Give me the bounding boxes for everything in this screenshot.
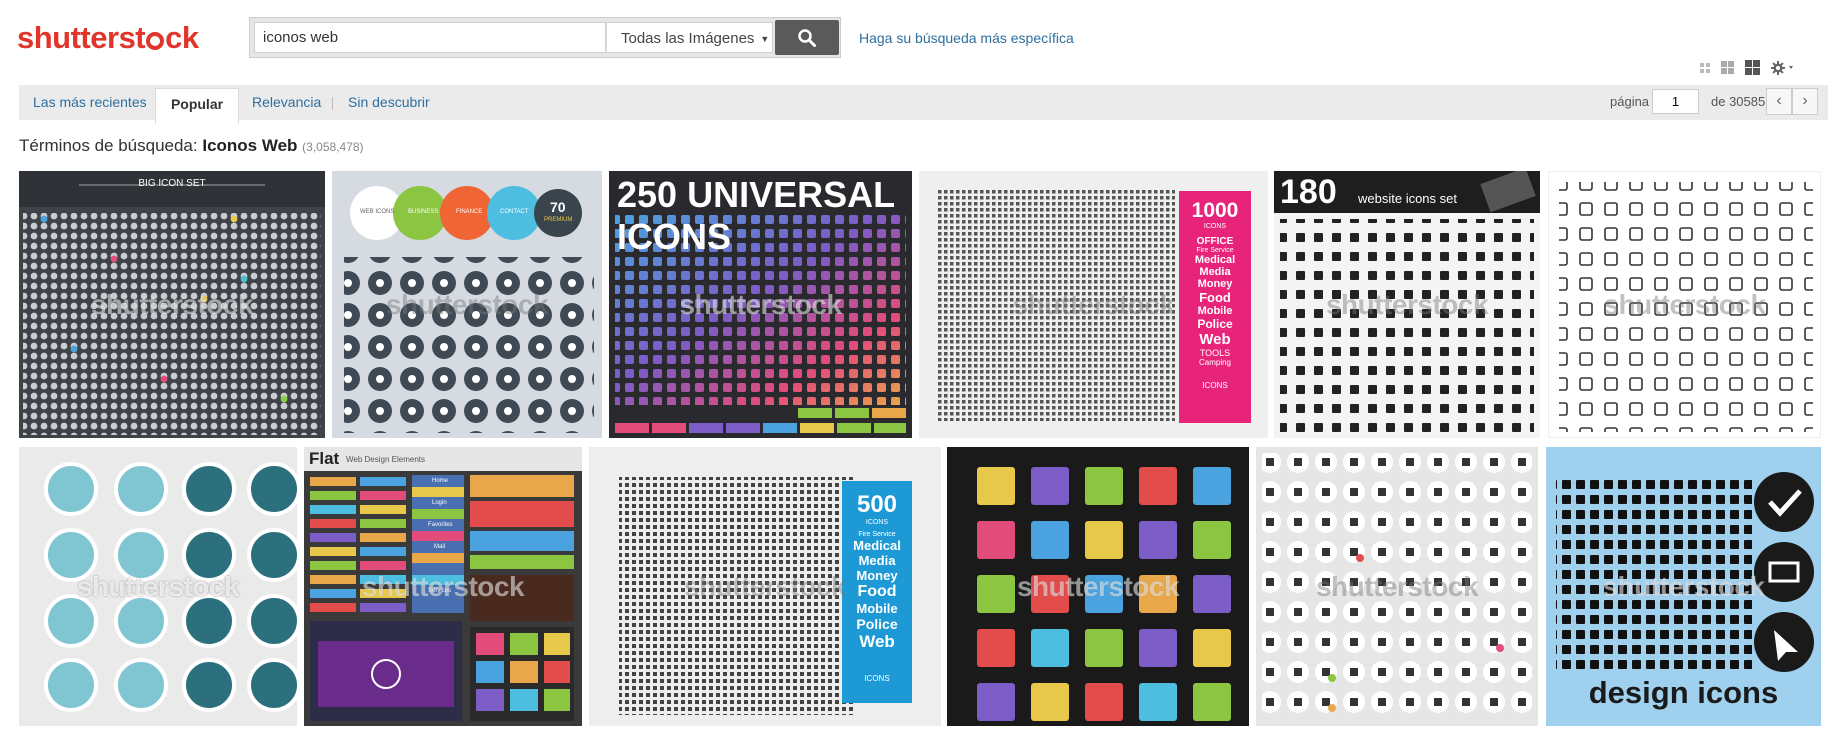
banner-foot: ICONS xyxy=(864,674,890,683)
banner-line: Camping xyxy=(1198,358,1231,367)
sort-tabs-bar: Las más recientes Popular Relevancia Sin… xyxy=(19,85,1828,124)
thumb-label: BUSINESS xyxy=(408,209,439,215)
menu-label: Favorites xyxy=(428,522,453,528)
logo-text: shutterst xyxy=(17,20,146,55)
banner-line: OFFICE xyxy=(1196,236,1234,247)
icon-set-image xyxy=(1262,453,1532,721)
badge-number: 70 xyxy=(550,199,566,215)
search-icon xyxy=(798,28,816,47)
result-thumbnail[interactable]: design icons shutterstock xyxy=(1546,447,1821,726)
icon-set-image xyxy=(44,462,297,712)
icon-set-image xyxy=(19,171,325,435)
badge-sub: PREMIUM xyxy=(544,217,573,223)
banner-foot: ICONS xyxy=(1202,381,1228,390)
banner-line: Money xyxy=(1197,278,1233,290)
search-terms-heading: Términos de búsqueda: Iconos Web (3,058,… xyxy=(19,136,364,156)
result-thumbnail[interactable]: 500 ICONS Fire Service Medical Media Mon… xyxy=(589,447,941,726)
icon-set-image xyxy=(304,447,582,721)
page-label: página xyxy=(1610,94,1650,109)
banner-line: Medical xyxy=(853,538,901,553)
banner-line: Media xyxy=(858,553,896,568)
thumb-subtitle: Web Design Elements xyxy=(346,455,425,464)
banner-line: Web xyxy=(1199,331,1231,348)
banner-line: Media xyxy=(1199,266,1231,278)
result-thumbnail[interactable]: Flat Web Design Elements Home Login Favo… xyxy=(304,447,582,726)
result-thumbnail[interactable]: 250 UNIVERSAL ICONS shutterstock xyxy=(609,171,912,438)
banner-line: Police xyxy=(1197,317,1233,331)
banner-line: Food xyxy=(1199,290,1231,305)
tab-undiscovered[interactable]: Sin descubrir xyxy=(348,85,430,120)
result-thumbnail[interactable]: WEB ICONS BUSINESS FINANCE CONTACT 70 PR… xyxy=(332,171,602,438)
prev-page-button[interactable]: ‹ xyxy=(1766,88,1792,115)
banner-line: Fire Service xyxy=(858,531,896,538)
logo-o-ring xyxy=(146,32,165,50)
logo-text-end: ck xyxy=(165,20,199,55)
result-thumbnail[interactable]: shutterstock xyxy=(947,447,1249,726)
banner-line: Money xyxy=(856,568,898,583)
banner-number: 500 xyxy=(856,491,898,518)
chevron-left-icon: ‹ xyxy=(1776,92,1782,109)
result-thumbnail[interactable]: shutterstock xyxy=(1548,171,1821,438)
image-type-label: Todas las Imágenes xyxy=(621,30,755,47)
next-page-button[interactable]: › xyxy=(1792,88,1818,115)
search-input[interactable] xyxy=(254,22,606,53)
banner-line: TOOLS xyxy=(1199,348,1231,358)
tab-relevance[interactable]: Relevancia xyxy=(252,85,321,120)
chevron-right-icon: › xyxy=(1802,92,1808,109)
banner-line: Mobile xyxy=(856,601,898,616)
banner-sub: ICONS xyxy=(1203,223,1227,230)
banner-line: Police xyxy=(856,616,898,632)
gear-icon[interactable] xyxy=(1771,60,1797,75)
thumb-title: website icons set xyxy=(1358,191,1457,206)
menu-label: Login xyxy=(432,500,447,506)
thumb-title: BIG ICON SET xyxy=(138,178,206,189)
thumb-label: FINANCE xyxy=(456,209,483,215)
caret-down-icon: ▼ xyxy=(760,34,770,44)
tab-popular[interactable]: Popular xyxy=(155,88,239,124)
terms-label: Términos de búsqueda: xyxy=(19,136,198,155)
result-thumbnail[interactable]: 1000 ICONS OFFICE Fire Service Medical M… xyxy=(919,171,1268,438)
thumb-number: 180 xyxy=(1280,173,1337,211)
result-thumbnail[interactable]: BIG ICON SET shutterstock xyxy=(19,171,325,438)
search-bar: Todas las Imágenes ▼ xyxy=(249,17,841,58)
medium-grid-icon[interactable] xyxy=(1721,61,1734,74)
pink-banner: 1000 ICONS OFFICE Fire Service Medical M… xyxy=(1179,199,1251,390)
banner-line: Web xyxy=(859,632,895,651)
refine-search-link[interactable]: Haga su búsqueda más específica xyxy=(859,30,1074,46)
page-total: de 30585 xyxy=(1711,94,1766,109)
menu-label: Mail xyxy=(434,544,446,550)
page-number-input[interactable] xyxy=(1652,89,1699,114)
banner-sub: ICONS xyxy=(865,519,889,526)
view-toggle-group xyxy=(1700,60,1797,75)
icon-set-image xyxy=(1559,182,1813,432)
query-text: Iconos Web xyxy=(202,136,298,155)
search-button[interactable] xyxy=(775,20,839,55)
menu-label: Home xyxy=(432,478,449,484)
shutterstock-logo[interactable]: shutterst ck xyxy=(17,20,199,56)
banner-number: 1000 xyxy=(1191,199,1239,222)
banner-line: Mobile xyxy=(1197,305,1233,317)
result-thumbnail[interactable]: 180 website icons set shutterstock xyxy=(1274,171,1540,438)
icon-set-image xyxy=(977,467,1231,721)
large-grid-icon[interactable] xyxy=(1745,60,1760,75)
thumb-label: CONTACT xyxy=(500,209,529,215)
image-type-dropdown[interactable]: Todas las Imágenes ▼ xyxy=(606,22,773,53)
result-thumbnail[interactable]: shutterstock xyxy=(1256,447,1538,726)
banner-line: Food xyxy=(857,583,897,600)
banner-line: Fire Service xyxy=(1196,247,1234,254)
tab-recent[interactable]: Las más recientes xyxy=(33,85,147,120)
small-grid-icon[interactable] xyxy=(1700,62,1710,73)
blue-banner: 500 ICONS Fire Service Medical Media Mon… xyxy=(842,491,912,683)
thumb-title: design icons xyxy=(1588,675,1779,710)
thumb-title: 250 UNIVERSAL ICONS xyxy=(617,174,895,257)
banner-line: Medical xyxy=(1194,254,1236,266)
thumb-title: Flat xyxy=(309,449,340,468)
result-count: (3,058,478) xyxy=(302,140,364,154)
tab-separator xyxy=(332,97,333,110)
thumb-label: WEB ICONS xyxy=(360,209,395,215)
result-thumbnail[interactable]: shutterstock xyxy=(19,447,297,726)
menu-label: Services xyxy=(428,588,452,594)
